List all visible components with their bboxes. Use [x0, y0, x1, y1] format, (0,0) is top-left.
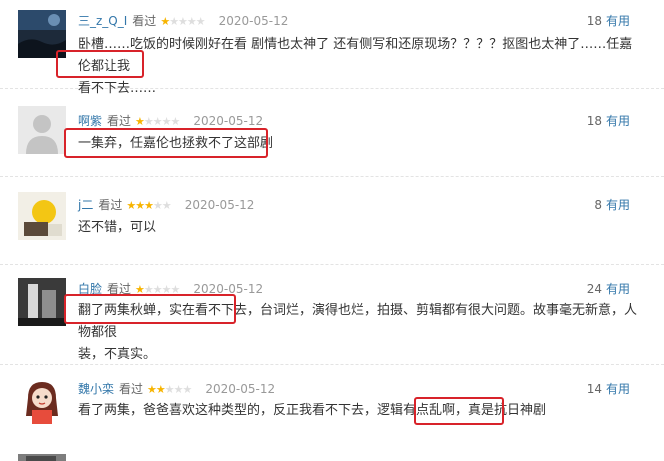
default-avatar-icon	[18, 106, 66, 154]
vote-count: 18 有用	[587, 12, 630, 29]
username-link[interactable]: 啊紫	[78, 114, 102, 128]
avatar-image	[18, 376, 66, 424]
avatar-image	[18, 192, 66, 240]
review-item: 白脸 看过 ★★★★★ 2020-05-12 24 有用 翻了两集秋蝉，实在看不下去，台…	[0, 264, 664, 365]
review-date: 2020-05-12	[218, 14, 289, 28]
avatar[interactable]	[18, 376, 66, 424]
highlight-box	[414, 397, 504, 425]
watched-label: 看过	[132, 14, 157, 28]
review-meta: j二 看过 ★★★★★ 2020-05-12	[78, 196, 254, 213]
vote-number: 14	[586, 382, 602, 396]
useful-button[interactable]: 有用	[606, 382, 630, 396]
review-date: 2020-05-12	[193, 114, 264, 128]
watched-label: 看过	[98, 198, 123, 212]
vote-number: 18	[586, 114, 602, 128]
review-content: 看了两集，爸爸喜欢这种类型的，反正我看不下去，逻辑有点乱啊，真是抗日神剧	[78, 400, 638, 422]
review-text-line: 看了两集，爸爸喜欢这种类型的，反正我看不下去，逻辑有点乱啊，真是抗日神剧	[78, 403, 547, 418]
avatar[interactable]	[18, 450, 66, 461]
avatar[interactable]	[18, 278, 66, 326]
watched-label: 看过	[119, 382, 144, 396]
review-text-line: 装，不真实。	[78, 347, 157, 362]
avatar[interactable]	[18, 106, 66, 154]
username-link[interactable]: 魏小栾	[78, 382, 114, 396]
avatar-image	[18, 278, 66, 326]
review-date: 2020-05-12	[205, 382, 276, 396]
useful-button[interactable]: 有用	[606, 198, 630, 212]
useful-button[interactable]: 有用	[606, 14, 630, 28]
vote-number: 8	[594, 198, 602, 212]
vote-count: 18 有用	[587, 112, 630, 129]
rating-stars: ★★★★★	[126, 199, 171, 212]
vote-count: 14 有用	[587, 380, 630, 397]
highlight-box	[64, 128, 268, 158]
avatar-image	[18, 454, 66, 461]
username-link[interactable]: j二	[78, 198, 93, 212]
review-text-line: 卧槽……吃饭的时候刚好在看 剧情也太神了 还有侧写和还原现场？？？？抠图也太神了…	[78, 37, 633, 74]
useful-button[interactable]: 有用	[606, 282, 630, 296]
review-text-line: 还不错，可以	[78, 220, 157, 235]
review-date: 2020-05-12	[184, 198, 255, 212]
review-item: 啊紫 看过 ★★★★★ 2020-05-12 18 有用 一集弃，任嘉伦也拯救不了这部剧	[0, 88, 664, 177]
review-item: j二 看过 ★★★★★ 2020-05-12 8 有用 还不错，可以	[0, 176, 664, 265]
review-meta: 啊紫 看过 ★★★★★ 2020-05-12	[78, 112, 263, 129]
rating-stars: ★★★★★	[160, 15, 205, 28]
highlight-box	[64, 294, 236, 324]
rating-stars: ★★★★★	[147, 383, 192, 396]
vote-number: 18	[586, 14, 602, 28]
username-link[interactable]: 三_z_Q_I	[78, 14, 127, 28]
vote-count: 24 有用	[587, 280, 630, 297]
highlight-box	[56, 50, 144, 78]
review-item: 魏小栾 看过 ★★★★★ 2020-05-12 14 有用 看了两集，爸爸喜欢这种类型的…	[0, 364, 664, 450]
avatar[interactable]	[18, 192, 66, 240]
review-meta: 魏小栾 看过 ★★★★★ 2020-05-12	[78, 380, 275, 397]
vote-count: 8 有用	[594, 196, 630, 213]
review-meta: 三_z_Q_I 看过 ★★★★★ 2020-05-12	[78, 12, 288, 29]
watched-label: 看过	[107, 114, 132, 128]
review-content: 还不错，可以	[78, 217, 638, 239]
review-item: 三_z_Q_I 看过 ★★★★★ 2020-05-12 18 有用 卧槽……吃饭的时候刚…	[0, 0, 664, 96]
vote-number: 24	[586, 282, 602, 296]
useful-button[interactable]: 有用	[606, 114, 630, 128]
rating-stars: ★★★★★	[135, 115, 180, 128]
